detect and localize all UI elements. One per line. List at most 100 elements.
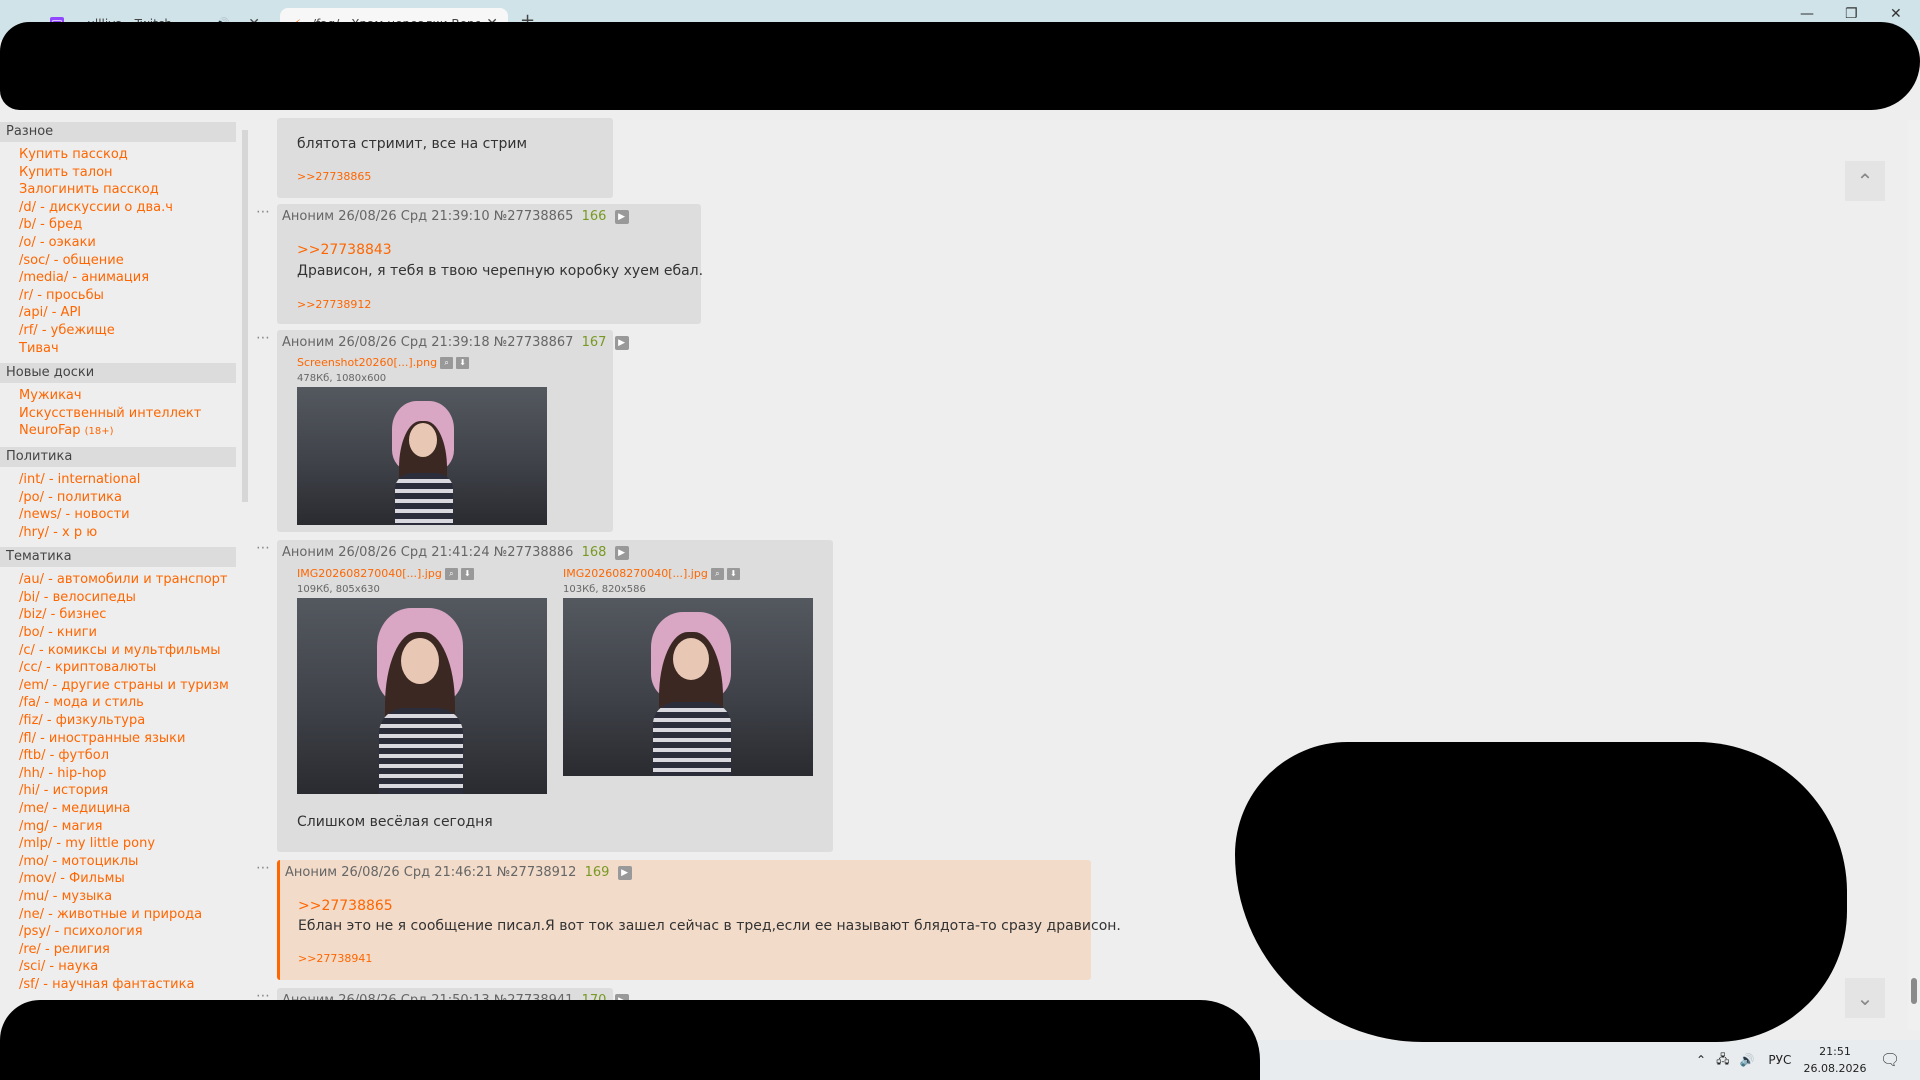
sidebar-link[interactable]: /r/ - просьбы xyxy=(0,287,236,305)
post-menu-icon[interactable]: ⋯ xyxy=(256,860,271,876)
board-sidebar: Разное Купить пасскод Купить талон Залог… xyxy=(0,118,236,1008)
minimize-button[interactable]: — xyxy=(1800,6,1814,22)
post-menu-icon[interactable]: ⋯ xyxy=(256,540,271,556)
sidebar-link[interactable]: /mu/ - музыка xyxy=(0,888,236,906)
download-icon[interactable]: ⬇ xyxy=(460,568,474,580)
clock-time: 21:51 xyxy=(1819,1045,1851,1058)
sidebar-link[interactable]: /soc/ - общение xyxy=(0,252,236,270)
sidebar-link[interactable]: /me/ - медицина xyxy=(0,800,236,818)
sidebar-link[interactable]: /em/ - другие страны и туризм xyxy=(0,677,236,695)
sidebar-link[interactable]: /hi/ - история xyxy=(0,782,236,800)
post-date: 26/08/26 Срд 21:39:18 xyxy=(338,335,490,350)
sidebar-link[interactable]: /b/ - бред xyxy=(0,216,236,234)
sidebar-link[interactable]: /fl/ - иностранные языки xyxy=(0,730,236,748)
sidebar-link[interactable]: /biz/ - бизнес xyxy=(0,606,236,624)
scroll-up-button[interactable]: ⌃ xyxy=(1845,161,1885,201)
sidebar-link[interactable]: /bo/ - книги xyxy=(0,624,236,642)
sidebar-link[interactable]: Купить талон xyxy=(0,164,236,182)
chevron-up-icon[interactable]: ⌃ xyxy=(1696,1053,1706,1067)
sidebar-link[interactable]: NeuroFap (18+) xyxy=(0,422,236,441)
backref-link[interactable]: >>27738865 xyxy=(297,170,371,183)
post-number[interactable]: №27738865 xyxy=(494,209,574,224)
play-icon[interactable]: ▶ xyxy=(614,209,629,224)
sidebar-link[interactable]: /api/ - API xyxy=(0,304,236,322)
sidebar-link[interactable]: /media/ - анимация xyxy=(0,269,236,287)
search-image-icon[interactable]: ⌕ xyxy=(444,568,458,580)
scroll-down-button[interactable]: ⌄ xyxy=(1845,978,1885,1018)
play-icon[interactable]: ▶ xyxy=(614,335,629,350)
download-icon[interactable]: ⬇ xyxy=(726,568,740,580)
sidebar-link[interactable]: Искусственный интеллект xyxy=(0,405,236,423)
sidebar-link[interactable]: /int/ - international xyxy=(0,471,236,489)
sidebar-link[interactable]: /mov/ - Фильмы xyxy=(0,870,236,888)
post-number[interactable]: №27738912 xyxy=(497,865,577,880)
sidebar-section-title: Новые доски xyxy=(0,363,236,384)
sidebar-link[interactable]: /mlp/ - my little pony xyxy=(0,835,236,853)
age-tag: (18+) xyxy=(84,426,114,438)
sidebar-link[interactable]: /hh/ - hip-hop xyxy=(0,765,236,783)
file-name[interactable]: Screenshot20260[...].png ⌕ ⬇ xyxy=(297,356,470,369)
file-meta: 109Кб, 805x630 xyxy=(297,584,380,595)
sidebar-scrollbar[interactable] xyxy=(242,130,248,502)
sidebar-link[interactable]: /fa/ - мода и стиль xyxy=(0,694,236,712)
network-icon[interactable]: 🖧 xyxy=(1716,1050,1729,1071)
file-name[interactable]: IMG202608270040[...].jpg ⌕ ⬇ xyxy=(297,567,474,580)
image-thumbnail[interactable] xyxy=(563,598,813,776)
play-icon[interactable]: ▶ xyxy=(617,865,632,880)
sidebar-link[interactable]: /bi/ - велосипеды xyxy=(0,589,236,607)
sidebar-link[interactable]: /fiz/ - физкультура xyxy=(0,712,236,730)
reply-link[interactable]: >>27738865 xyxy=(298,898,393,914)
sidebar-link[interactable]: /o/ - оэкаки xyxy=(0,234,236,252)
sidebar-link[interactable]: /ftb/ - футбол xyxy=(0,747,236,765)
play-icon[interactable]: ▶ xyxy=(614,545,629,560)
file-meta: 103Кб, 820x586 xyxy=(563,584,646,595)
volume-icon[interactable]: 🔊 xyxy=(1739,1053,1754,1067)
post: Аноним 26/08/26 Срд 21:39:10 №27738865 1… xyxy=(277,204,703,324)
sidebar-link[interactable]: Купить пасскод xyxy=(0,146,236,164)
close-window-button[interactable]: ✕ xyxy=(1890,6,1902,22)
post-number[interactable]: №27738867 xyxy=(494,335,574,350)
sidebar-link[interactable]: /psy/ - психология xyxy=(0,923,236,941)
post-menu-icon[interactable]: ⋯ xyxy=(256,204,271,220)
sidebar-link[interactable]: /mo/ - мотоциклы xyxy=(0,853,236,871)
post-count: 166 xyxy=(581,209,607,224)
sidebar-link[interactable]: /news/ - новости xyxy=(0,506,236,524)
image-thumbnail[interactable] xyxy=(297,387,547,525)
search-image-icon[interactable]: ⌕ xyxy=(710,568,724,580)
sidebar-link[interactable]: Тивач xyxy=(0,340,236,358)
sidebar-link[interactable]: Залогинить пасскод xyxy=(0,181,236,199)
sidebar-link[interactable]: /au/ - автомобили и транспорт xyxy=(0,571,236,589)
file-name[interactable]: IMG202608270040[...].jpg ⌕ ⬇ xyxy=(563,567,740,580)
search-image-icon[interactable]: ⌕ xyxy=(440,357,454,369)
post-date: 26/08/26 Срд 21:41:24 xyxy=(338,545,490,560)
reply-link[interactable]: >>27738843 xyxy=(297,242,392,258)
backref-link[interactable]: >>27738941 xyxy=(298,952,372,965)
maximize-button[interactable]: ❐ xyxy=(1845,6,1858,22)
sidebar-link[interactable]: /mg/ - магия xyxy=(0,818,236,836)
scrollbar-thumb[interactable] xyxy=(1911,978,1917,1004)
language-indicator[interactable]: РУС xyxy=(1768,1053,1791,1067)
sidebar-link[interactable]: /c/ - комиксы и мультфильмы xyxy=(0,642,236,660)
sidebar-link[interactable]: /po/ - политика xyxy=(0,489,236,507)
sidebar-link[interactable]: /sf/ - научная фантастика xyxy=(0,976,236,994)
image-thumbnail[interactable] xyxy=(297,598,547,794)
sidebar-link[interactable]: /cc/ - криптовалюты xyxy=(0,659,236,677)
redaction-top xyxy=(0,22,1920,110)
sidebar-link[interactable]: /ne/ - животные и природа xyxy=(0,906,236,924)
post: Аноним 26/08/26 Срд 21:39:18 №27738867 1… xyxy=(277,330,629,532)
sidebar-link[interactable]: /rf/ - убежище xyxy=(0,322,236,340)
backref-link[interactable]: >>27738912 xyxy=(297,298,371,311)
taskbar-clock[interactable]: 21:51 26.08.2026 xyxy=(1800,1043,1870,1077)
sidebar-link[interactable]: /d/ - дискуссии о два.ч xyxy=(0,199,236,217)
post-menu-icon[interactable]: ⋯ xyxy=(256,330,271,346)
download-icon[interactable]: ⬇ xyxy=(456,357,470,369)
post: блятота стримит, все на стрим >>27738865 xyxy=(277,118,613,198)
sidebar-link[interactable]: Мужикач xyxy=(0,387,236,405)
post-number[interactable]: №27738886 xyxy=(494,545,574,560)
sidebar-link[interactable]: /sci/ - наука xyxy=(0,958,236,976)
page-scrollbar[interactable] xyxy=(1908,120,1920,1030)
sidebar-link[interactable]: /re/ - религия xyxy=(0,941,236,959)
sidebar-link[interactable]: /hry/ - х р ю xyxy=(0,524,236,542)
post-author: Аноним xyxy=(285,865,338,880)
notifications-icon[interactable]: 🗨 xyxy=(1880,1050,1900,1069)
